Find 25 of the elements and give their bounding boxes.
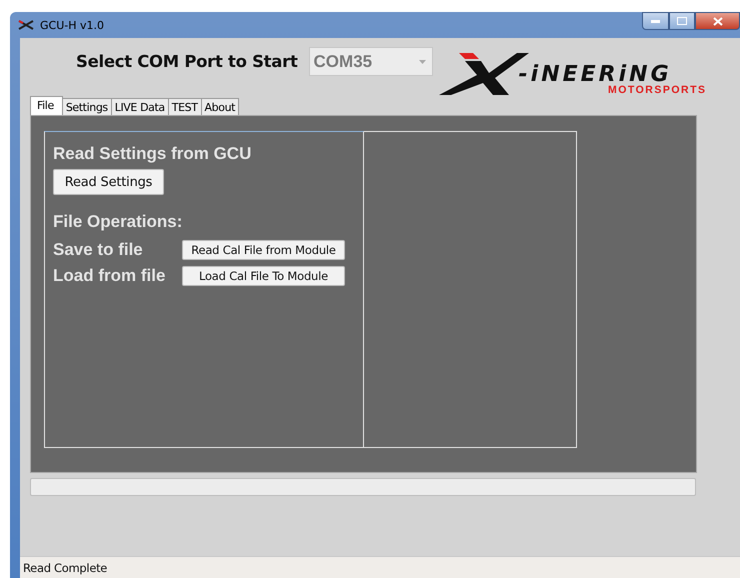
window-title: GCU-H v1.0 (40, 18, 104, 32)
close-icon (712, 16, 722, 26)
tab[interactable]: About (200, 98, 240, 115)
maximize-button[interactable] (669, 12, 695, 30)
tab[interactable]: Settings (62, 98, 112, 115)
row-label: Load from file (53, 266, 166, 286)
tab[interactable]: TEST (168, 98, 202, 115)
file-button[interactable]: Load Cal File To Module (182, 266, 345, 286)
row-label: Save to file (53, 240, 144, 260)
tab[interactable]: File (30, 96, 63, 115)
file-button[interactable]: Read Cal File from Module (182, 240, 345, 260)
app-icon (18, 20, 34, 30)
logo-tagline: MOTORSPORTS (608, 84, 707, 96)
tab[interactable]: LIVE Data (110, 98, 169, 115)
minimize-button[interactable] (642, 12, 669, 30)
close-button[interactable] (695, 12, 740, 30)
minimize-icon (651, 20, 660, 22)
maximize-icon (677, 17, 687, 25)
read-settings-button[interactable]: Read Settings (53, 169, 164, 195)
caret-icon (418, 60, 426, 64)
section-heading: Read Settings from GCU (53, 144, 252, 164)
logo-wordmark: -iNEERiNG (518, 62, 672, 87)
section-heading: File Operations: (53, 212, 182, 232)
status-text: Read Complete (23, 560, 108, 574)
com-port-label: Select COM Port to Start (76, 52, 298, 71)
